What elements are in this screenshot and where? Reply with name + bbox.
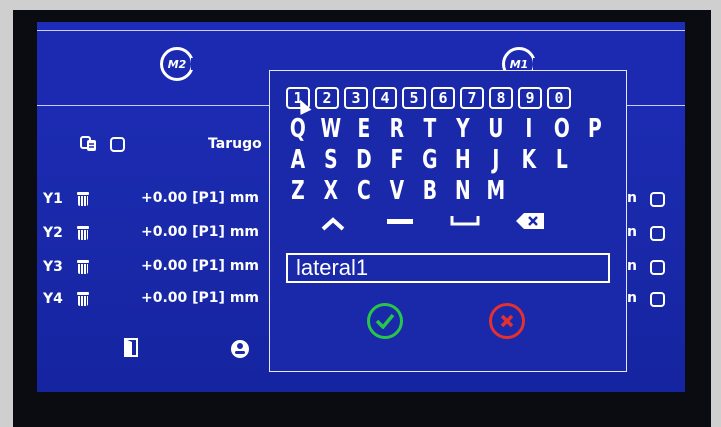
confirm-button[interactable]	[367, 303, 403, 339]
key-e[interactable]: E	[352, 115, 376, 143]
check-icon	[375, 313, 395, 329]
backspace-icon[interactable]	[515, 212, 545, 230]
panel-title: Tarugo	[208, 136, 262, 152]
user-download-icon[interactable]	[229, 338, 251, 360]
key-d[interactable]: D	[352, 146, 376, 174]
text-input[interactable]: lateral1	[286, 253, 610, 283]
chevron-up-icon[interactable]	[320, 217, 346, 231]
row-unit-right-y3: n	[627, 258, 637, 274]
m1-label: M1	[509, 57, 529, 71]
screen: M2 M1 Tarugo Y1 +0.00 [P1] mm n Y2 +0.00…	[37, 22, 685, 392]
row-value-y3: +0.00 [P1] mm	[141, 258, 260, 274]
key-7[interactable]: 7	[460, 87, 484, 109]
key-c[interactable]: C	[352, 177, 376, 205]
row-checkbox-y2[interactable]	[650, 226, 665, 241]
key-j[interactable]: J	[484, 146, 508, 174]
key-s[interactable]: S	[319, 146, 343, 174]
key-l[interactable]: L	[550, 146, 574, 174]
key-w[interactable]: W	[319, 115, 343, 143]
row-checkbox-y4[interactable]	[650, 292, 665, 307]
row-label-y1: Y1	[43, 191, 63, 207]
letter-row-2: A S D F G H J K L	[281, 146, 578, 174]
row-unit-right-y1: n	[627, 190, 637, 206]
key-2[interactable]: 2	[315, 87, 339, 109]
machine-m2-button[interactable]: M2	[160, 47, 197, 81]
row-unit-right-y2: n	[627, 224, 637, 240]
cancel-button[interactable]	[489, 303, 525, 339]
letter-row-3: Z X C V B N M	[281, 177, 512, 205]
dash-key-icon[interactable]	[386, 217, 414, 227]
row-value-y2: +0.00 [P1] mm	[141, 224, 260, 240]
row-unit-right-y4: n	[627, 290, 637, 306]
key-r[interactable]: R	[385, 115, 409, 143]
trash-icon[interactable]	[77, 226, 89, 240]
trash-icon[interactable]	[77, 192, 89, 206]
copy-icon[interactable]	[80, 136, 98, 152]
key-5[interactable]: 5	[402, 87, 426, 109]
key-8[interactable]: 8	[489, 87, 513, 109]
row-label-y3: Y3	[43, 259, 63, 275]
key-k[interactable]: K	[517, 146, 541, 174]
key-9[interactable]: 9	[518, 87, 542, 109]
row-label-y2: Y2	[43, 225, 63, 241]
key-0[interactable]: 0	[547, 87, 571, 109]
row-checkbox-y3[interactable]	[650, 260, 665, 275]
key-t[interactable]: T	[418, 115, 442, 143]
key-i[interactable]: I	[517, 115, 541, 143]
trash-icon[interactable]	[77, 260, 89, 274]
key-m[interactable]: M	[484, 177, 508, 205]
key-v[interactable]: V	[385, 177, 409, 205]
key-h[interactable]: H	[451, 146, 475, 174]
key-y[interactable]: Y	[451, 115, 475, 143]
key-b[interactable]: B	[418, 177, 442, 205]
row-value-y4: +0.00 [P1] mm	[141, 290, 260, 306]
row-value-y1: +0.00 [P1] mm	[141, 190, 260, 206]
key-o[interactable]: O	[550, 115, 574, 143]
key-x[interactable]: X	[319, 177, 343, 205]
on-screen-keyboard: 1 2 3 4 5 6 7 8 9 0 Q W E R T Y U I O P …	[269, 70, 627, 372]
key-u[interactable]: U	[484, 115, 508, 143]
cancel-icon	[500, 314, 514, 328]
select-all-checkbox[interactable]	[110, 137, 125, 152]
key-f[interactable]: F	[385, 146, 409, 174]
key-q[interactable]: Q	[286, 115, 310, 143]
trash-icon[interactable]	[77, 292, 89, 306]
number-row: 1 2 3 4 5 6 7 8 9 0	[286, 87, 571, 109]
key-p[interactable]: P	[583, 115, 607, 143]
key-n[interactable]: N	[451, 177, 475, 205]
space-key-icon[interactable]	[450, 213, 480, 227]
key-4[interactable]: 4	[373, 87, 397, 109]
key-z[interactable]: Z	[286, 177, 310, 205]
key-g[interactable]: G	[418, 146, 442, 174]
row-checkbox-y1[interactable]	[650, 192, 665, 207]
key-a[interactable]: A	[286, 146, 310, 174]
door-exit-icon[interactable]	[123, 338, 139, 358]
key-6[interactable]: 6	[431, 87, 455, 109]
m2-label: M2	[167, 57, 187, 71]
key-3[interactable]: 3	[344, 87, 368, 109]
row-label-y4: Y4	[43, 291, 63, 307]
letter-row-1: Q W E R T Y U I O P	[281, 115, 611, 143]
